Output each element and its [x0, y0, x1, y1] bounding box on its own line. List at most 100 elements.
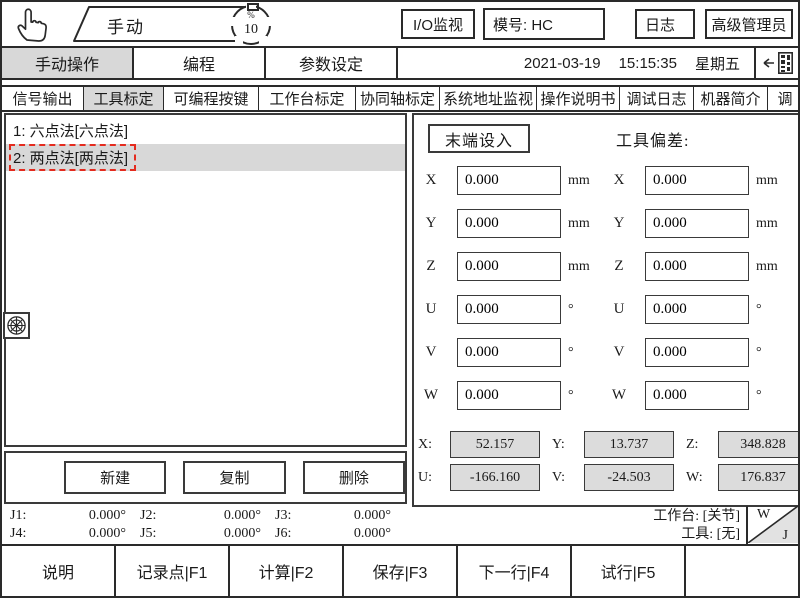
axis-label-x: X [606, 172, 632, 189]
axis-label-v: V [418, 344, 444, 361]
pendant-screen: 手动 % 10 % 10 I/O监视 模号: HC 日志 高级管理员 [0, 0, 800, 598]
axis-row-v: V ° V ° [414, 331, 800, 374]
list-item-six-point[interactable]: 1: 六点法[六点法] [6, 117, 405, 144]
fn-save-f3-button[interactable]: 保存|F3 [342, 546, 456, 596]
hand-jog-icon [13, 5, 49, 43]
end-input-z[interactable] [457, 252, 561, 281]
user-role-button[interactable]: 高级管理员 [705, 9, 793, 39]
svg-text:%: % [247, 10, 255, 20]
readout-label-z: Z: [686, 437, 710, 453]
menu-tab-programming[interactable]: 编程 [134, 48, 266, 78]
axis-label-y: Y [606, 215, 632, 232]
axis-grid: X mm X mm Y mm Y mm Z [414, 159, 800, 417]
fn-calculate-f2-button[interactable]: 计算|F2 [228, 546, 342, 596]
readout-value-w: 176.837 [718, 464, 800, 491]
datetime: 2021-03-19 15:15:35 星期五 [398, 48, 754, 78]
menubar: 手动操作 编程 参数设定 2021-03-19 15:15:35 星期五 [2, 48, 798, 80]
offset-input-u[interactable] [645, 295, 749, 324]
offset-input-w[interactable] [645, 381, 749, 410]
end-input-w[interactable] [457, 381, 561, 410]
menu-tab-manual-operation[interactable]: 手动操作 [2, 48, 134, 78]
readout-label-w: W: [686, 470, 710, 486]
new-button[interactable]: 新建 [64, 461, 166, 494]
function-key-bar: 说明 记录点|F1 计算|F2 保存|F3 下一行|F4 试行|F5 [2, 546, 798, 596]
tab-operation-manual[interactable]: 操作说明书 [537, 87, 620, 110]
tool-offset-label: 工具偏差: [616, 127, 689, 151]
tab-debug-log[interactable]: 调试日志 [620, 87, 694, 110]
end-input-v[interactable] [457, 338, 561, 367]
joint-j6: J6:0.000° [275, 526, 405, 544]
log-button[interactable]: 日志 [635, 9, 695, 39]
position-readout: X: 52.157 Y: 13.737 Z: 348.828 U: -166.1… [414, 428, 800, 494]
axis-row-x: X mm X mm [414, 159, 800, 202]
readout-value-y: 13.737 [584, 431, 674, 458]
axis-row-w: W ° W ° [414, 374, 800, 417]
tab-programmable-keys[interactable]: 可编程按键 [164, 87, 259, 110]
mode-label: 手动 [107, 13, 145, 38]
tab-coaxis-calibration[interactable]: 协同轴标定 [356, 87, 440, 110]
tab-tool-calibration[interactable]: 工具标定 [84, 87, 164, 110]
fn-next-line-f4-button[interactable]: 下一行|F4 [456, 546, 570, 596]
date-text: 2021-03-19 [524, 55, 601, 72]
axis-row-u: U ° U ° [414, 288, 800, 331]
end-set-button[interactable]: 末端设入 [428, 124, 530, 153]
tab-system-address-monitor[interactable]: 系统地址监视 [440, 87, 537, 110]
fn-help-button[interactable]: 说明 [2, 546, 114, 596]
model-number-box[interactable]: 模号: HC [483, 8, 605, 40]
copy-button[interactable]: 复制 [183, 461, 285, 494]
list-item-label: 2: 两点法[两点法] [9, 144, 136, 171]
axis-label-v: V [606, 344, 632, 361]
axis-label-u: U [606, 301, 632, 318]
unit-label: mm [568, 259, 596, 275]
speed-gauge-icon: % 10 [229, 3, 273, 47]
readout-label-v: V: [552, 470, 576, 486]
coord-mode-toggle[interactable]: W J [746, 506, 798, 545]
readout-value-z: 348.828 [718, 431, 800, 458]
time-text: 15:15:35 [619, 55, 677, 72]
list-actions: 新建 复制 删除 [4, 451, 407, 504]
list-item-two-point[interactable]: 2: 两点法[两点法] [6, 144, 405, 171]
readout-value-u: -166.160 [450, 464, 540, 491]
tool-status: 工具: [无] [653, 526, 740, 544]
wheel-icon [7, 316, 26, 335]
menu-tab-parameter-setting[interactable]: 参数设定 [266, 48, 398, 78]
io-monitor-button[interactable]: I/O监视 [401, 9, 475, 39]
delete-button[interactable]: 删除 [303, 461, 405, 494]
offset-input-z[interactable] [645, 252, 749, 281]
tool-list-column: 1: 六点法[六点法] 2: 两点法[两点法] 新建 复制 删除 [2, 112, 409, 507]
fn-trial-run-f5-button[interactable]: 试行|F5 [570, 546, 684, 596]
calibration-panel: 末端设入 工具偏差: X mm X mm Y mm Y [412, 113, 800, 507]
left-arrow-icon [761, 57, 775, 69]
system-status: 工作台: [关节] 工具: [无] [653, 508, 746, 544]
offset-input-x[interactable] [645, 166, 749, 195]
unit-label: ° [568, 345, 596, 361]
unit-label: mm [568, 216, 596, 232]
fn-record-point-f1-button[interactable]: 记录点|F1 [114, 546, 228, 596]
unit-label: mm [756, 259, 784, 275]
end-input-x[interactable] [457, 166, 561, 195]
tabbar: 信号输出 工具标定 可编程按键 工作台标定 协同轴标定 系统地址监视 操作说明书… [2, 85, 798, 112]
tab-overflow-cut[interactable]: 调 [768, 87, 798, 110]
readout-label-y: Y: [552, 437, 576, 453]
axis-row-y: Y mm Y mm [414, 202, 800, 245]
tab-signal-output[interactable]: 信号输出 [2, 87, 84, 110]
end-input-u[interactable] [457, 295, 561, 324]
joint-j3: J3:0.000° [275, 508, 405, 526]
offset-input-v[interactable] [645, 338, 749, 367]
end-input-y[interactable] [457, 209, 561, 238]
tab-workbench-calibration[interactable]: 工作台标定 [259, 87, 356, 110]
collapse-panel-button[interactable] [754, 48, 798, 78]
unit-label: ° [756, 345, 784, 361]
panel-grid-icon [778, 52, 793, 74]
readout-row-xyz: X: 52.157 Y: 13.737 Z: 348.828 [418, 428, 800, 461]
offset-input-y[interactable] [645, 209, 749, 238]
tab-machine-intro[interactable]: 机器简介 [694, 87, 768, 110]
weekday-text: 星期五 [695, 53, 740, 74]
statusbar: J1:0.000° J2:0.000° J3:0.000° J4:0.000° … [2, 507, 798, 546]
main-content: 1: 六点法[六点法] 2: 两点法[两点法] 新建 复制 删除 末端设入 工具… [2, 112, 798, 507]
readout-label-u: U: [418, 470, 442, 486]
jog-wheel-button[interactable] [3, 312, 30, 339]
joint-j4: J4:0.000° [10, 526, 140, 544]
joint-j2: J2:0.000° [140, 508, 275, 526]
axis-label-z: Z [418, 258, 444, 275]
